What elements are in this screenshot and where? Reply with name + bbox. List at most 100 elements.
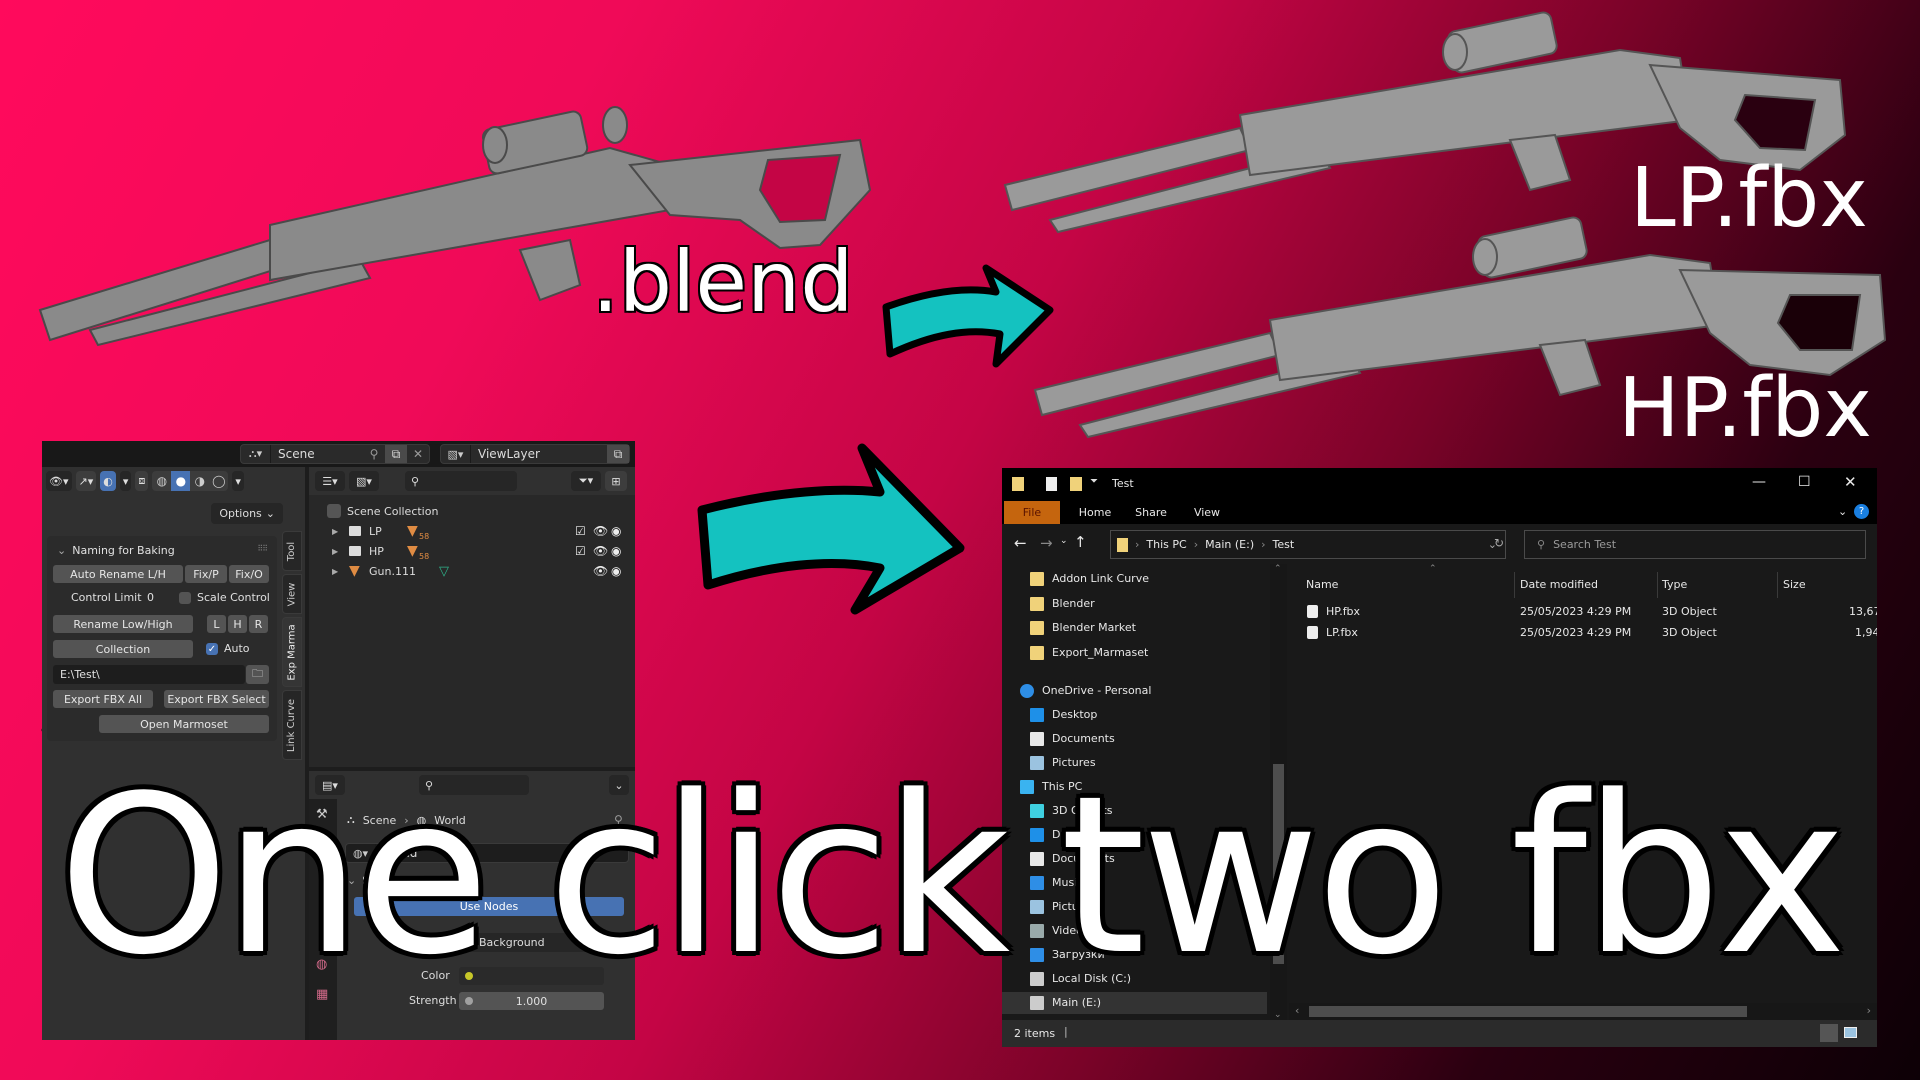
details-view-button[interactable] — [1820, 1024, 1838, 1042]
rendered-shading-icon[interactable]: ◯ — [209, 471, 228, 491]
outliner-item-lp[interactable]: ▶ LP ▼ 58 ☑ 👁 ◉ — [309, 521, 635, 541]
up-button[interactable]: ↑ — [1074, 533, 1087, 551]
file-list-scrollbar[interactable]: ‹ › — [1289, 1003, 1877, 1020]
search-input[interactable]: ⚲ Search Test — [1524, 530, 1866, 559]
tab-share[interactable]: Share — [1126, 501, 1176, 524]
export-path-field[interactable]: E:\Test\ — [53, 665, 245, 684]
shading-dropdown-icon[interactable]: ▾ — [232, 471, 244, 491]
nav-item-quick[interactable]: Export_Marmaset — [1002, 642, 1267, 664]
tab-exp-marma[interactable]: Exp Marma — [282, 617, 302, 687]
nav-item-quick[interactable]: Blender Market — [1002, 617, 1267, 639]
nav-item-quick[interactable]: Blender — [1002, 593, 1267, 615]
r-button[interactable]: R — [249, 615, 268, 633]
open-marmoset-button[interactable]: Open Marmoset — [99, 715, 269, 733]
file-row-lp[interactable]: LP.fbx 25/05/2023 4:29 PM 3D Object 1,94 — [1289, 623, 1877, 643]
large-icons-view-button[interactable] — [1844, 1027, 1857, 1038]
exclude-checkbox[interactable]: ☑ — [575, 544, 586, 558]
h-button[interactable]: H — [228, 615, 247, 633]
address-bar[interactable]: › This PC › Main (E:) › Test ⌄ — [1110, 530, 1506, 559]
l-button[interactable]: L — [207, 615, 226, 633]
column-type[interactable]: Type — [1662, 578, 1687, 591]
overlay-dropdown-icon[interactable]: ▾ — [119, 471, 132, 491]
expand-arrow-icon[interactable]: ▶ — [332, 527, 338, 536]
new-collection-icon[interactable]: ⊞ — [605, 471, 627, 491]
properties-quick-icon[interactable] — [1046, 477, 1057, 491]
outliner-item-gun[interactable]: ▶ ▼ Gun.111 ▽ 👁 ◉ — [309, 561, 635, 581]
panel-header[interactable]: ⌄ Naming for Baking — [57, 544, 175, 557]
fix-p-button[interactable]: Fix/P — [185, 565, 227, 583]
minimize-button[interactable]: — — [1752, 474, 1766, 490]
scale-control-checkbox[interactable] — [179, 592, 191, 604]
tab-tool[interactable]: Tool — [282, 531, 302, 571]
folder-browse-icon[interactable]: 🗀 — [246, 665, 269, 684]
file-list-scrollbar-thumb[interactable] — [1309, 1006, 1747, 1017]
viewlayer-name[interactable]: ViewLayer — [471, 447, 607, 461]
auto-checkbox[interactable]: ✓ — [206, 643, 218, 655]
viewlayer-selector[interactable]: ▧▾ ViewLayer ⧉ — [440, 444, 630, 464]
recent-locations-icon[interactable]: ⌄ — [1060, 536, 1068, 546]
visibility-icon[interactable]: 👁▾ — [46, 471, 72, 491]
maximize-button[interactable]: ☐ — [1798, 474, 1811, 490]
close-button[interactable]: ✕ — [1844, 473, 1857, 491]
nav-item-quick[interactable]: Addon Link Curve — [1002, 568, 1267, 590]
control-limit-value[interactable]: 0 — [147, 591, 154, 604]
delete-scene-icon[interactable]: ✕ — [407, 445, 429, 463]
sort-indicator-icon: ⌃ — [1429, 564, 1437, 574]
help-icon[interactable]: ? — [1854, 504, 1869, 519]
scene-selector[interactable]: ⛬▾ Scene ⚲ ⧉ ✕ — [240, 444, 430, 464]
outliner-search-input[interactable]: ⚲ — [405, 471, 517, 491]
tab-view[interactable]: View — [282, 574, 302, 614]
wireframe-shading-icon[interactable]: ◍ — [152, 471, 171, 491]
scene-name[interactable]: Scene — [271, 447, 363, 461]
fix-o-button[interactable]: Fix/O — [229, 565, 269, 583]
tab-view[interactable]: View — [1182, 501, 1232, 524]
filter-view-icon[interactable]: ▧▾ — [349, 471, 379, 491]
solid-shading-icon[interactable]: ● — [171, 471, 191, 491]
export-fbx-select-button[interactable]: Export FBX Select — [164, 690, 269, 708]
drag-grip-icon[interactable]: ⠿⠿ — [257, 544, 268, 553]
export-fbx-all-button[interactable]: Export FBX All — [53, 690, 153, 708]
nav-item-onedrive[interactable]: OneDrive - Personal — [1002, 680, 1267, 702]
display-mode-icon[interactable]: ☰▾ — [315, 471, 345, 491]
pin-icon[interactable]: ⚲ — [363, 445, 385, 463]
filter-icon[interactable]: ⏷▾ — [571, 471, 601, 491]
expand-ribbon-icon[interactable]: ⌄ — [1838, 505, 1847, 518]
tab-home[interactable]: Home — [1070, 501, 1120, 524]
customize-toolbar-icon[interactable]: ⏷ — [1090, 476, 1098, 487]
tab-file[interactable]: File — [1004, 501, 1060, 524]
expand-arrow-icon[interactable]: ▶ — [332, 567, 338, 576]
new-viewlayer-icon[interactable]: ⧉ — [607, 445, 629, 463]
auto-rename-button[interactable]: Auto Rename L/H — [53, 565, 183, 583]
outliner-item-hp[interactable]: ▶ HP ▼ 58 ☑ 👁 ◉ — [309, 541, 635, 561]
column-size[interactable]: Size — [1783, 578, 1806, 591]
forward-button[interactable]: → — [1040, 534, 1053, 552]
options-dropdown[interactable]: Options ⌄ — [211, 503, 283, 524]
exclude-checkbox[interactable]: ☑ — [575, 524, 586, 538]
breadcrumb-this-pc[interactable]: This PC — [1146, 538, 1186, 551]
outliner-root[interactable]: Scene Collection — [309, 501, 635, 521]
column-date-modified[interactable]: Date modified — [1520, 578, 1598, 591]
breadcrumb-test[interactable]: Test — [1273, 538, 1295, 551]
camera-icon[interactable]: ◉ — [611, 524, 621, 538]
collection-button[interactable]: Collection — [53, 640, 193, 658]
camera-icon[interactable]: ◉ — [611, 544, 621, 558]
eye-icon[interactable]: 👁 — [593, 524, 608, 538]
eye-icon[interactable]: 👁 — [593, 564, 608, 578]
new-folder-quick-icon[interactable] — [1070, 477, 1082, 491]
refresh-button[interactable]: ↻ — [1494, 536, 1504, 550]
gizmo-icon[interactable]: ↗▾ — [75, 471, 97, 491]
material-shading-icon[interactable]: ◑ — [190, 471, 209, 491]
column-name[interactable]: Name — [1306, 578, 1338, 591]
nav-item-onedrive-child[interactable]: Desktop — [1002, 704, 1267, 726]
new-scene-icon[interactable]: ⧉ — [385, 445, 407, 463]
eye-icon[interactable]: 👁 — [593, 544, 608, 558]
back-button[interactable]: ← — [1014, 534, 1027, 552]
rename-low-high-button[interactable]: Rename Low/High — [53, 615, 193, 633]
nav-item-onedrive-child[interactable]: Documents — [1002, 728, 1267, 750]
camera-icon[interactable]: ◉ — [611, 564, 621, 578]
xray-icon[interactable]: ⧈ — [135, 471, 149, 491]
expand-arrow-icon[interactable]: ▶ — [332, 547, 338, 556]
breadcrumb-main-e[interactable]: Main (E:) — [1205, 538, 1254, 551]
file-row-hp[interactable]: HP.fbx 25/05/2023 4:29 PM 3D Object 13,6… — [1289, 602, 1877, 622]
overlay-icon[interactable]: ◐ — [100, 471, 116, 491]
